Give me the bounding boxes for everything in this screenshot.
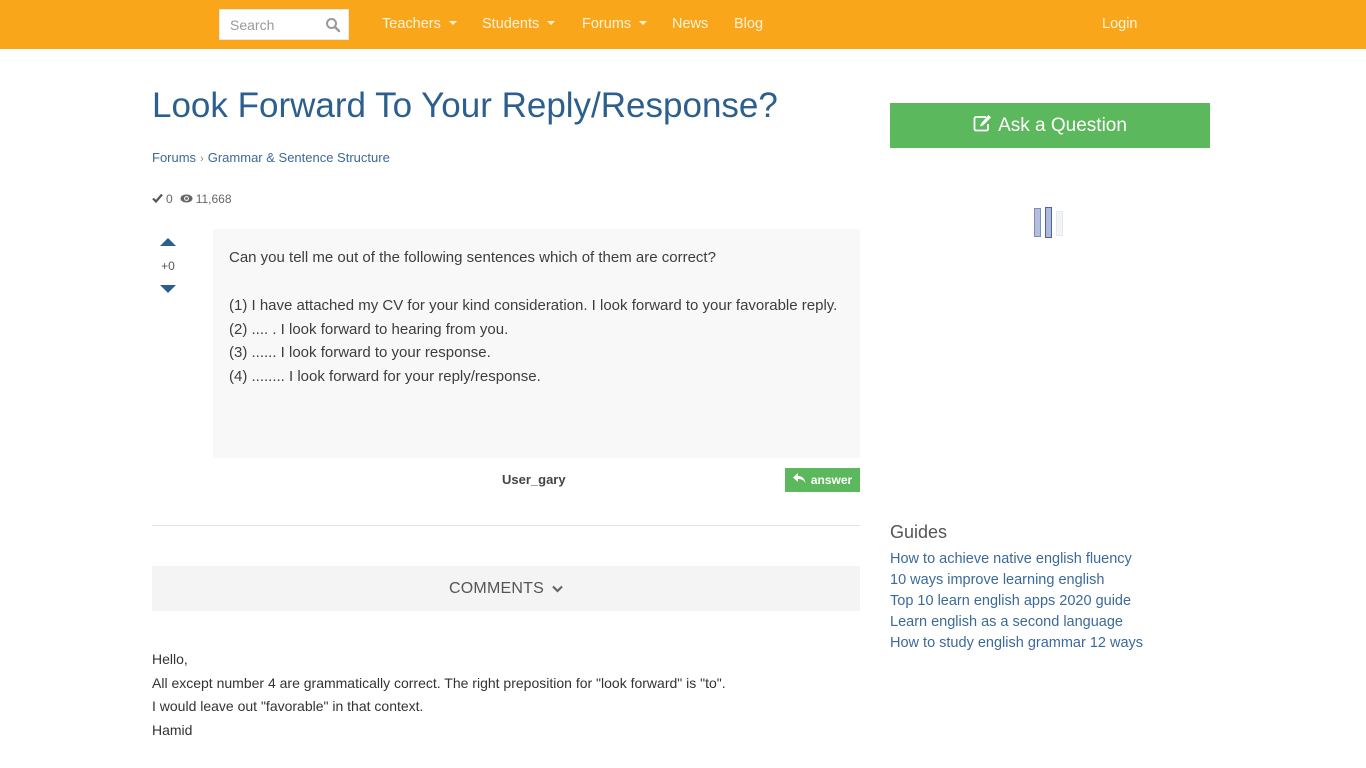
nav-news-label: News (672, 16, 709, 32)
guide-link[interactable]: How to study english grammar 12 ways (890, 633, 1143, 654)
loading-spinner-icon (1034, 207, 1068, 239)
breadcrumb: Forums › Grammar & Sentence Structure (152, 150, 390, 165)
caret-down-icon (547, 21, 556, 26)
ask-question-button[interactable]: Ask a Question (890, 103, 1210, 148)
edit-icon (973, 114, 992, 138)
question-line: (4) ........ I look forward for your rep… (229, 368, 541, 386)
guides-list: How to achieve native english fluency 10… (890, 549, 1143, 654)
guide-link[interactable]: Top 10 learn english apps 2020 guide (890, 591, 1143, 612)
comments-toggle[interactable]: COMMENTS (152, 566, 860, 611)
page-title: Look Forward To Your Reply/Response? (152, 86, 778, 125)
divider (152, 525, 860, 526)
eye-icon (180, 192, 193, 206)
comment-item: Hello, All except number 4 are grammatic… (152, 648, 726, 742)
login-label: Login (1102, 16, 1138, 32)
comment-line: Hello, (152, 651, 188, 667)
upvote-arrow-icon[interactable] (160, 238, 176, 246)
nav-forums-label: Forums (582, 16, 632, 32)
nav-forums[interactable]: Forums (582, 16, 648, 32)
breadcrumb-forums[interactable]: Forums (152, 150, 196, 165)
nav-students[interactable]: Students (482, 16, 556, 32)
author-name[interactable]: User_gary (502, 472, 566, 487)
ask-question-label: Ask a Question (998, 114, 1127, 136)
guide-link[interactable]: 10 ways improve learning english (890, 570, 1143, 591)
nav-blog-label: Blog (734, 16, 764, 32)
search-icon[interactable] (325, 17, 341, 33)
chevron-down-icon (552, 580, 563, 598)
guide-link[interactable]: How to achieve native english fluency (890, 549, 1143, 570)
question-body: Can you tell me out of the following sen… (213, 229, 860, 458)
question-stats: 0 11,668 (152, 192, 232, 206)
nav-news[interactable]: News (672, 16, 708, 32)
comments-toggle-label: COMMENTS (449, 579, 544, 597)
question-line: (2) .... . I look forward to hearing fro… (229, 320, 509, 338)
guides-heading: Guides (890, 522, 948, 542)
views-count: 11,668 (195, 192, 232, 206)
top-nav-bar: Teachers Students Forums News Blog Login (0, 0, 1366, 49)
login-link[interactable]: Login (1102, 16, 1137, 32)
nav-blog[interactable]: Blog (734, 16, 763, 32)
answer-button-label: answer (810, 473, 853, 487)
search-box (219, 9, 349, 40)
question-intro: Can you tell me out of the following sen… (229, 249, 716, 266)
caret-down-icon (639, 21, 648, 26)
vote-score: +0 (161, 259, 175, 273)
search-input[interactable] (220, 10, 320, 39)
guide-link[interactable]: Learn english as a second language (890, 612, 1143, 633)
caret-down-icon (448, 21, 457, 26)
breadcrumb-grammar[interactable]: Grammar & Sentence Structure (208, 150, 390, 165)
question-line: (1) I have attached my CV for your kind … (229, 296, 838, 314)
question-line: (3) ...... I look forward to your respon… (229, 344, 491, 362)
answers-count: 0 (166, 192, 173, 206)
check-icon (152, 192, 163, 206)
chevron-right-icon: › (200, 153, 204, 165)
downvote-arrow-icon[interactable] (160, 285, 176, 293)
comment-line: All except number 4 are grammatically co… (152, 674, 726, 691)
nav-teachers-label: Teachers (382, 16, 441, 32)
nav-teachers[interactable]: Teachers (382, 16, 457, 32)
comment-line: Hamid (152, 721, 193, 738)
reply-icon (792, 473, 806, 487)
answer-button[interactable]: answer (785, 468, 860, 492)
nav-students-label: Students (482, 16, 540, 32)
comment-line: I would leave out "favorable" in that co… (152, 698, 424, 714)
